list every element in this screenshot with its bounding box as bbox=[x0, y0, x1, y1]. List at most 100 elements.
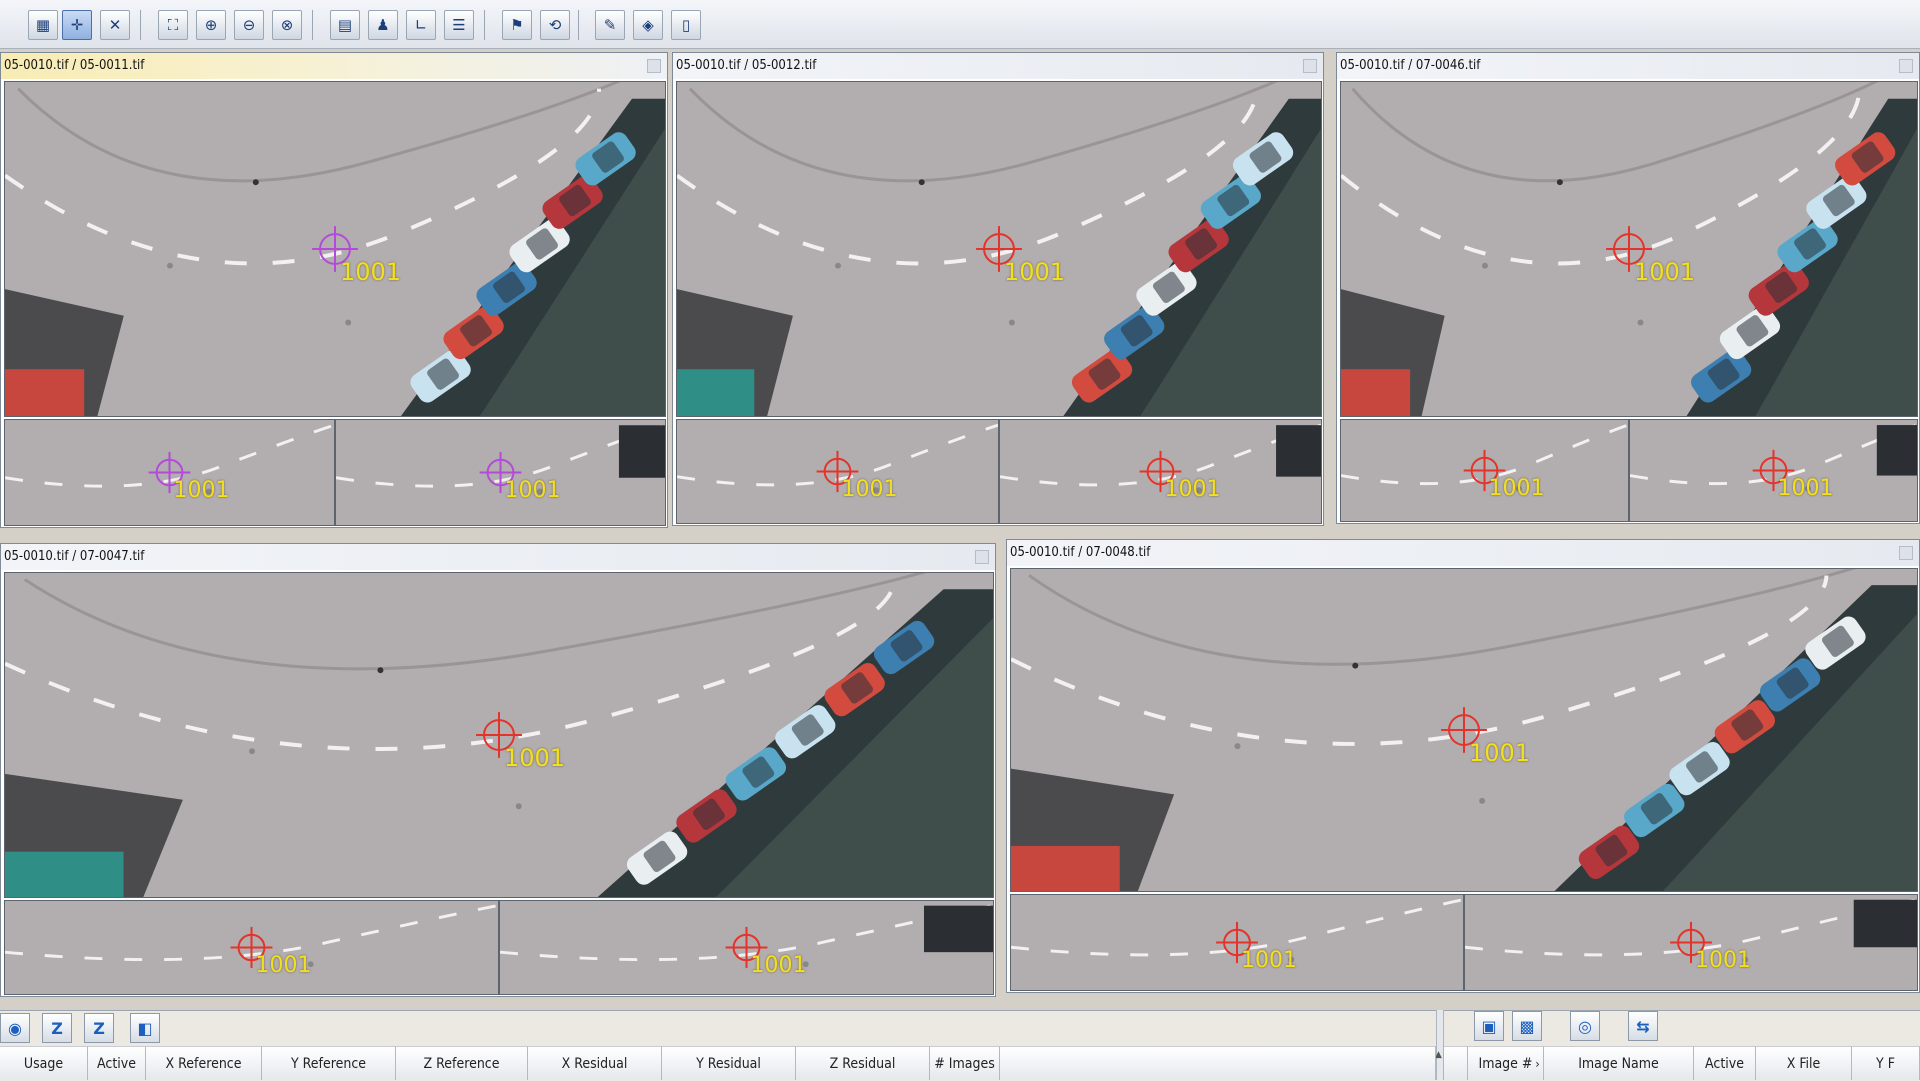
right-detail-view[interactable]: 1001 bbox=[999, 419, 1322, 524]
image-column-header[interactable]: Image Name bbox=[1544, 1046, 1694, 1080]
corner-icon: ∟ bbox=[414, 16, 428, 34]
camera-button[interactable]: ◧ bbox=[130, 1013, 160, 1043]
point-label: 1001 bbox=[1634, 258, 1696, 286]
toolbar-document-button[interactable]: ▯ bbox=[671, 10, 701, 40]
stereo-panel[interactable]: 05-0010.tif / 05-0012.tif 1001 1001 1001 bbox=[672, 52, 1324, 526]
stereo-panel[interactable]: 05-0010.tif / 07-0047.tif 1001 1001 1001 bbox=[0, 543, 996, 997]
stereo-panel[interactable]: 05-0010.tif / 07-0048.tif 1001 1001 1001 bbox=[1006, 539, 1920, 993]
camera-icon: ◧ bbox=[137, 1018, 153, 1038]
panel-title-text: 05-0010.tif / 07-0047.tif bbox=[4, 549, 145, 564]
image-column-header[interactable]: X File bbox=[1756, 1046, 1852, 1080]
z-sub-icon: Z bbox=[93, 1018, 105, 1038]
main-image-view[interactable]: 1001 bbox=[4, 81, 666, 417]
globe-button[interactable]: ◉ bbox=[0, 1013, 30, 1043]
image-select-button[interactable]: ▩ bbox=[1512, 1011, 1542, 1041]
left-detail-view[interactable]: 1001 bbox=[676, 419, 999, 524]
toolbar-zoom-reset-button[interactable]: ⊗ bbox=[272, 10, 302, 40]
main-image-view[interactable]: 1001 bbox=[1010, 568, 1918, 892]
toolbar-list-button[interactable]: ☰ bbox=[444, 10, 474, 40]
toolbar-fit-window-button[interactable]: ⛶ bbox=[158, 10, 188, 40]
toolbar-separator bbox=[578, 10, 579, 40]
toolbar-crosshair-button[interactable]: ✕ bbox=[100, 10, 130, 40]
left-detail-view[interactable]: 1001 bbox=[1010, 894, 1464, 991]
right-detail-view[interactable]: 1001 bbox=[335, 419, 666, 526]
main-image-view[interactable]: 1001 bbox=[4, 572, 994, 898]
panel-close-button[interactable] bbox=[1899, 59, 1913, 73]
pencil-icon: ✎ bbox=[603, 16, 617, 34]
panel-close-button[interactable] bbox=[1303, 59, 1317, 73]
sync-icon: ⟲ bbox=[548, 16, 562, 34]
toolbar-zoom-in-button[interactable]: ⊕ bbox=[196, 10, 226, 40]
panel-close-button[interactable] bbox=[1899, 546, 1913, 560]
zoom-in-icon: ⊕ bbox=[204, 16, 218, 34]
z-sub-button[interactable]: Z bbox=[84, 1013, 114, 1043]
flag-icon: ⚑ bbox=[510, 16, 524, 34]
toolbar-flag-button[interactable]: ⚑ bbox=[502, 10, 532, 40]
toolbar-separator bbox=[484, 10, 485, 40]
column-header[interactable]: # Images bbox=[930, 1046, 1000, 1080]
panel-close-button[interactable] bbox=[975, 550, 989, 564]
image-list-button[interactable]: ▣ bbox=[1474, 1011, 1504, 1041]
point-label: 1001 bbox=[340, 258, 402, 286]
toolbar-pencil-button[interactable]: ✎ bbox=[595, 10, 625, 40]
main-image-view[interactable]: 1001 bbox=[676, 81, 1322, 417]
column-header[interactable]: Y Residual bbox=[662, 1046, 796, 1080]
image-table-left-gap bbox=[1444, 1046, 1468, 1080]
document-icon: ▯ bbox=[681, 16, 691, 34]
right-detail-view[interactable]: 1001 bbox=[499, 900, 994, 995]
toolbar-grid-layout-button[interactable]: ▤ bbox=[330, 10, 360, 40]
sort-arrow-icon: ▲ bbox=[1435, 1050, 1442, 1060]
toolbar-person-button[interactable]: ♟ bbox=[368, 10, 398, 40]
stereo-panel[interactable]: 05-0010.tif / 07-0046.tif 1001 1001 1001 bbox=[1336, 52, 1920, 524]
stereo-panel[interactable]: 05-0010.tif / 05-0011.tif 1001 1001 1001 bbox=[0, 52, 668, 528]
crosshair-icon: ✕ bbox=[108, 16, 122, 34]
point-label: 1001 bbox=[1777, 475, 1834, 501]
image-select-icon: ▩ bbox=[1519, 1016, 1535, 1036]
sync-image-button[interactable]: ⇆ bbox=[1628, 1011, 1658, 1041]
measure-point-icon: ✛ bbox=[70, 16, 84, 34]
column-header[interactable]: Active bbox=[88, 1046, 146, 1080]
list-icon: ☰ bbox=[452, 16, 466, 34]
main-image-view[interactable]: 1001 bbox=[1340, 81, 1918, 417]
search-image-button[interactable]: ◎ bbox=[1570, 1011, 1600, 1041]
column-header[interactable]: Usage bbox=[0, 1046, 88, 1080]
toolbar-measure-point-button[interactable]: ✛ bbox=[62, 10, 92, 40]
panel-title: 05-0010.tif / 07-0047.tif bbox=[1, 544, 995, 570]
zoom-reset-icon: ⊗ bbox=[280, 16, 294, 34]
point-label: 1001 bbox=[1004, 258, 1066, 286]
fit-window-icon: ⛶ bbox=[167, 16, 179, 34]
toolbar-corner-button[interactable]: ∟ bbox=[406, 10, 436, 40]
scroll-right-button[interactable]: › bbox=[1532, 1046, 1544, 1080]
grid-layout-icon: ▤ bbox=[337, 16, 353, 34]
column-header[interactable]: X Residual bbox=[528, 1046, 662, 1080]
panel-title-text: 05-0010.tif / 07-0046.tif bbox=[1340, 58, 1481, 73]
person-icon: ♟ bbox=[376, 16, 390, 34]
point-label: 1001 bbox=[504, 477, 561, 503]
image-column-header[interactable]: Active bbox=[1694, 1046, 1756, 1080]
left-detail-view[interactable]: 1001 bbox=[4, 419, 335, 526]
right-detail-view[interactable]: 1001 bbox=[1464, 894, 1918, 991]
column-header[interactable]: Y Reference bbox=[262, 1046, 396, 1080]
toolbar-sync-button[interactable]: ⟲ bbox=[540, 10, 570, 40]
left-detail-view[interactable]: 1001 bbox=[1340, 419, 1629, 522]
panel-title: 05-0010.tif / 07-0046.tif bbox=[1337, 53, 1919, 79]
toolbar-palette-button[interactable]: ▦ bbox=[28, 10, 58, 40]
z-button[interactable]: Z bbox=[42, 1013, 72, 1043]
table-splitter[interactable]: ▲ bbox=[1435, 1010, 1444, 1080]
image-column-header[interactable]: Y F bbox=[1852, 1046, 1920, 1080]
palette-icon: ▦ bbox=[35, 16, 51, 34]
column-header[interactable]: Z Residual bbox=[796, 1046, 930, 1080]
panel-title: 05-0010.tif / 05-0011.tif bbox=[1, 53, 667, 79]
sync-image-icon: ⇆ bbox=[1636, 1016, 1650, 1036]
panel-close-button[interactable] bbox=[647, 59, 661, 73]
toolbar-zoom-out-button[interactable]: ⊖ bbox=[234, 10, 264, 40]
column-header[interactable]: X Reference bbox=[146, 1046, 262, 1080]
toolbar-map-button[interactable]: ◈ bbox=[633, 10, 663, 40]
panel-title-text: 05-0010.tif / 07-0048.tif bbox=[1010, 545, 1151, 560]
column-header[interactable]: Z Reference bbox=[396, 1046, 528, 1080]
right-detail-view[interactable]: 1001 bbox=[1629, 419, 1918, 522]
panel-title: 05-0010.tif / 07-0048.tif bbox=[1007, 540, 1919, 566]
left-detail-view[interactable]: 1001 bbox=[4, 900, 499, 995]
point-label: 1001 bbox=[255, 952, 312, 978]
image-list-icon: ▣ bbox=[1481, 1016, 1497, 1036]
